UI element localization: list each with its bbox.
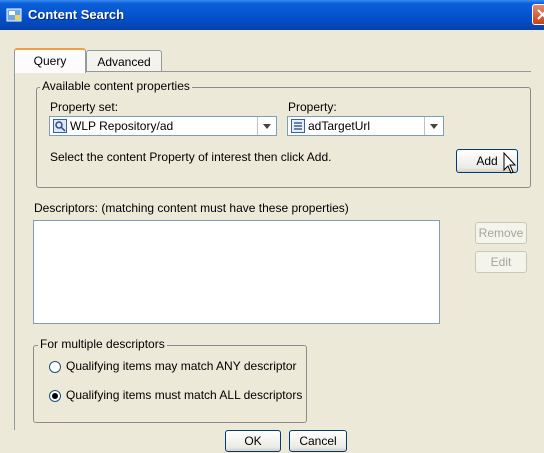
remove-button-label: Remove (478, 226, 524, 240)
match-all-radio[interactable] (49, 390, 61, 402)
property-combo[interactable]: adTargetUrl (287, 116, 444, 136)
title-bar[interactable]: Content Search (0, 0, 544, 30)
add-button-label: Add (476, 154, 498, 168)
match-all-label[interactable]: Qualifying items must match ALL descript… (66, 388, 302, 402)
repository-icon (53, 119, 67, 133)
property-set-dropdown-button[interactable] (257, 117, 276, 135)
property-value: adTargetUrl (308, 119, 371, 133)
ok-button-label: OK (244, 434, 262, 448)
match-any-label[interactable]: Qualifying items may match ANY descripto… (66, 359, 297, 373)
multiple-descriptors-group (33, 345, 307, 423)
property-set-label: Property set: (50, 100, 119, 114)
close-button[interactable] (532, 4, 544, 25)
property-label: Property: (288, 100, 337, 114)
instruction-text: Select the content Property of interest … (50, 150, 332, 164)
cancel-button[interactable]: Cancel (289, 430, 347, 452)
app-icon (6, 7, 22, 23)
tab-query[interactable]: Query (14, 48, 86, 73)
property-icon (291, 119, 305, 133)
radio-selected-dot (52, 393, 58, 399)
edit-button-label: Edit (490, 255, 512, 269)
descriptors-label: Descriptors: (matching content must have… (34, 201, 349, 215)
edit-button[interactable]: Edit (475, 251, 527, 273)
ok-button[interactable]: OK (225, 430, 281, 452)
match-any-radio[interactable] (49, 361, 61, 373)
chevron-down-icon (430, 124, 438, 129)
chevron-down-icon (263, 124, 271, 129)
descriptors-list[interactable] (33, 220, 440, 324)
tab-advanced-label: Advanced (97, 55, 151, 69)
tab-query-label: Query (33, 54, 67, 68)
multiple-descriptors-legend: For multiple descriptors (38, 337, 167, 351)
mouse-cursor-icon (503, 151, 519, 179)
property-set-value: WLP Repository/ad (70, 119, 174, 133)
content-search-dialog: Content Search Query Advanced Available … (0, 0, 544, 453)
cancel-button-label: Cancel (299, 434, 337, 448)
available-properties-legend: Available content properties (40, 79, 192, 93)
property-set-combo[interactable]: WLP Repository/ad (49, 116, 277, 136)
window-title: Content Search (28, 7, 125, 22)
remove-button[interactable]: Remove (475, 222, 527, 244)
property-dropdown-button[interactable] (424, 117, 443, 135)
